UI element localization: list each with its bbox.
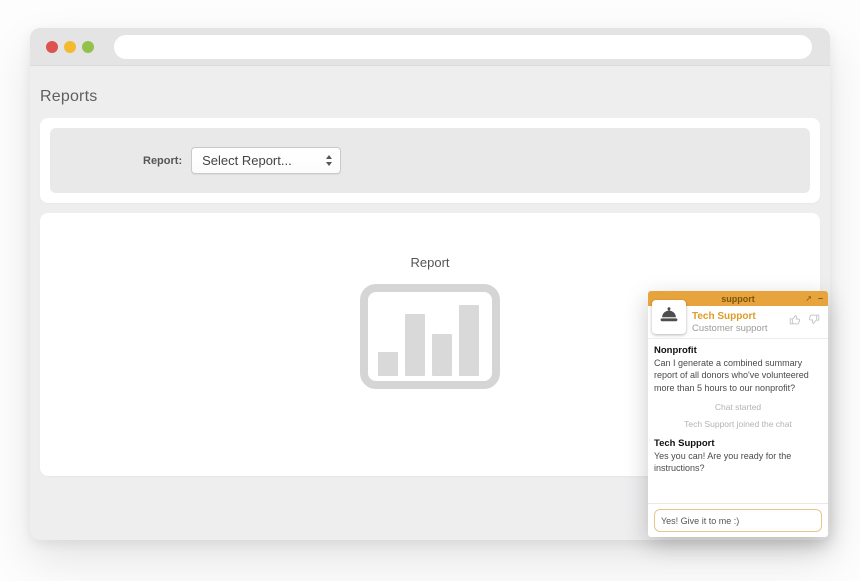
minimize-icon[interactable]: – xyxy=(818,294,823,303)
browser-titlebar xyxy=(30,28,830,66)
report-filter-panel: Report: Select Report... xyxy=(40,118,820,203)
bell-icon xyxy=(657,305,681,329)
chat-window-title: support xyxy=(721,294,755,304)
chat-agent-profile: Tech Support Customer support xyxy=(648,306,828,339)
maximize-window-button[interactable] xyxy=(82,41,94,53)
thumbs-down-icon[interactable] xyxy=(807,313,820,326)
avatar xyxy=(652,300,686,334)
chat-input-area xyxy=(648,503,828,537)
report-label: Report: xyxy=(143,155,182,167)
chat-input[interactable] xyxy=(654,509,822,532)
chat-widget: support ↗ – Tech Support Customer suppor… xyxy=(648,291,828,537)
thumbs-up-icon[interactable] xyxy=(789,313,802,326)
chat-message: Nonprofit Can I generate a combined summ… xyxy=(654,345,822,394)
report-form: Report: Select Report... xyxy=(50,128,810,193)
chat-message-list: Nonprofit Can I generate a combined summ… xyxy=(648,339,828,503)
bar-chart-icon xyxy=(360,284,500,389)
minimize-window-button[interactable] xyxy=(64,41,76,53)
page-title: Reports xyxy=(40,88,820,106)
message-author: Tech Support xyxy=(654,438,822,450)
placeholder-bar xyxy=(405,314,425,376)
chat-message: Tech Support Yes you can! Are you ready … xyxy=(654,438,822,475)
select-arrows-icon xyxy=(326,155,332,166)
close-window-button[interactable] xyxy=(46,41,58,53)
placeholder-bar xyxy=(378,352,398,376)
message-text: Can I generate a combined summary report… xyxy=(654,357,822,393)
popout-icon[interactable]: ↗ xyxy=(805,295,812,303)
message-text: Yes you can! Are you ready for the instr… xyxy=(654,450,822,474)
system-message: Tech Support joined the chat xyxy=(654,419,822,430)
chat-header-icons: ↗ – xyxy=(805,291,823,306)
report-select[interactable]: Select Report... xyxy=(191,147,341,174)
address-bar[interactable] xyxy=(114,35,812,59)
message-author: Nonprofit xyxy=(654,345,822,357)
placeholder-bar xyxy=(459,305,479,376)
report-select-value: Select Report... xyxy=(202,153,326,168)
system-message: Chat started xyxy=(654,402,822,413)
placeholder-bar xyxy=(432,334,452,376)
chat-feedback xyxy=(789,313,820,326)
report-panel-title: Report xyxy=(40,255,820,270)
